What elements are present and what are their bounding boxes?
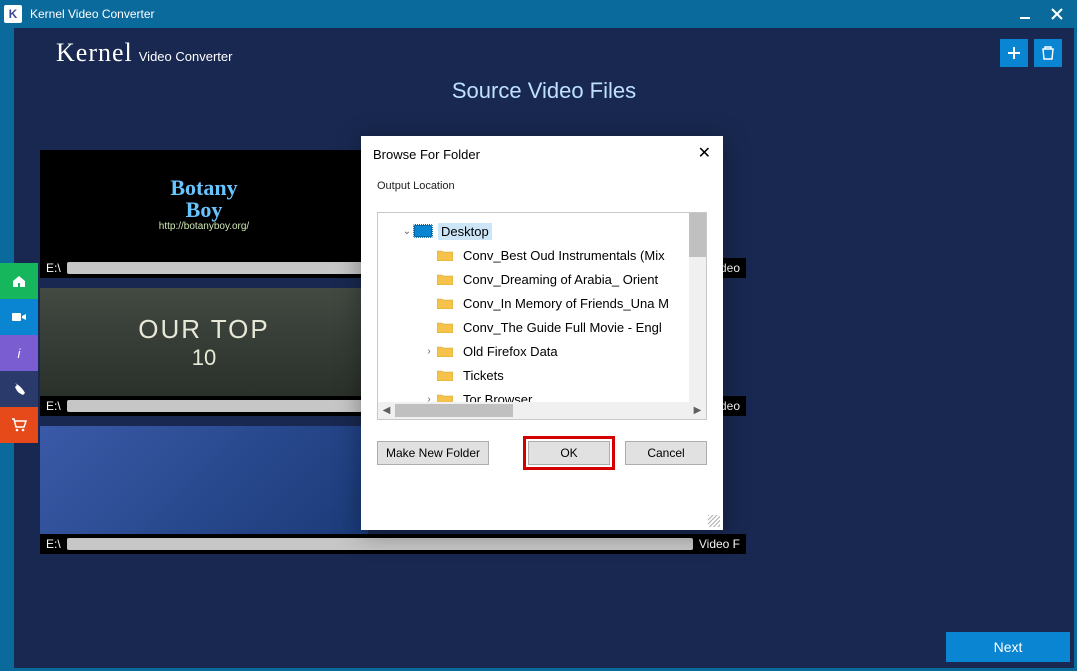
file-path-row: E:\ Video F bbox=[40, 534, 746, 554]
tree-item-label: Desktop bbox=[438, 223, 492, 240]
trash-icon bbox=[1040, 45, 1056, 61]
ok-button[interactable]: OK bbox=[528, 441, 610, 465]
minimize-icon bbox=[1019, 8, 1031, 20]
sidebar-video[interactable] bbox=[0, 299, 38, 335]
folder-icon bbox=[436, 296, 454, 310]
sidebar-cart[interactable] bbox=[0, 407, 38, 443]
resize-grip[interactable] bbox=[708, 515, 720, 527]
brand-sub: Video Converter bbox=[139, 49, 233, 64]
dialog-title: Browse For Folder bbox=[373, 147, 698, 162]
phone-icon bbox=[11, 381, 27, 397]
sidebar: i bbox=[0, 263, 38, 443]
info-icon: i bbox=[11, 345, 27, 361]
tree-item[interactable]: ⌄ Desktop bbox=[378, 219, 689, 243]
browse-folder-dialog: Browse For Folder ✕ Output Location ⌄ Des… bbox=[361, 136, 723, 530]
tree-item-label: Tor Browser bbox=[460, 391, 535, 403]
app-header: Kernel Video Converter bbox=[14, 28, 1074, 72]
chevron-down-icon[interactable]: ⌄ bbox=[400, 226, 414, 237]
tree-item-label: Conv_The Guide Full Movie - Engl bbox=[460, 319, 665, 336]
folder-icon bbox=[436, 248, 454, 262]
tree-item[interactable]: › Tor Browser bbox=[378, 387, 689, 402]
folder-icon bbox=[436, 272, 454, 286]
brand-main: Kernel bbox=[56, 38, 133, 68]
tree-item[interactable]: › Old Firefox Data bbox=[378, 339, 689, 363]
svg-text:i: i bbox=[18, 346, 22, 361]
drive-prefix: E:\ bbox=[46, 537, 61, 551]
video-icon bbox=[11, 309, 27, 325]
folder-icon bbox=[436, 320, 454, 334]
window-title: Kernel Video Converter bbox=[30, 7, 1009, 21]
tree-item-label: Conv_In Memory of Friends_Una M bbox=[460, 295, 672, 312]
tree-item[interactable]: Tickets bbox=[378, 363, 689, 387]
path-redacted bbox=[67, 538, 693, 550]
video-thumbnail: BotanyBoyhttp://botanyboy.org/ bbox=[40, 150, 368, 258]
tree-item-label: Conv_Best Oud Instrumentals (Mix bbox=[460, 247, 668, 264]
folder-icon bbox=[436, 344, 454, 358]
tree-item-label: Old Firefox Data bbox=[460, 343, 561, 360]
dialog-subtitle: Output Location bbox=[361, 170, 723, 204]
chevron-right-icon[interactable]: › bbox=[422, 346, 436, 357]
window-titlebar: K Kernel Video Converter bbox=[0, 0, 1077, 28]
video-thumbnail bbox=[40, 426, 368, 534]
minimize-button[interactable] bbox=[1009, 2, 1041, 26]
delete-button[interactable] bbox=[1034, 39, 1062, 67]
next-button[interactable]: Next bbox=[946, 632, 1070, 662]
drive-prefix: E:\ bbox=[46, 261, 61, 275]
add-button[interactable] bbox=[1000, 39, 1028, 67]
file-type-label: Video F bbox=[699, 537, 740, 551]
tree-item[interactable]: Conv_The Guide Full Movie - Engl bbox=[378, 315, 689, 339]
folder-icon bbox=[436, 392, 454, 402]
tree-scrollbar-horizontal[interactable]: ◀▶ bbox=[378, 402, 706, 419]
cart-icon bbox=[11, 417, 27, 433]
folder-tree[interactable]: ⌄ Desktop Conv_Best Oud Instrumentals (Mix… bbox=[377, 212, 707, 420]
plus-icon bbox=[1006, 45, 1022, 61]
folder-icon bbox=[436, 368, 454, 382]
ok-highlight: OK bbox=[523, 436, 615, 470]
chevron-right-icon[interactable]: › bbox=[422, 394, 436, 403]
app-icon: K bbox=[4, 5, 22, 23]
sidebar-info[interactable]: i bbox=[0, 335, 38, 371]
tree-item[interactable]: Conv_Dreaming of Arabia_ Orient bbox=[378, 267, 689, 291]
close-icon bbox=[1051, 8, 1063, 20]
cancel-button[interactable]: Cancel bbox=[625, 441, 707, 465]
section-title: Source Video Files bbox=[14, 78, 1074, 104]
desktop-icon bbox=[414, 225, 432, 237]
tree-scrollbar-vertical[interactable] bbox=[689, 213, 706, 402]
sidebar-phone[interactable] bbox=[0, 371, 38, 407]
close-button[interactable] bbox=[1041, 2, 1073, 26]
brand: Kernel Video Converter bbox=[56, 38, 232, 68]
tree-item-label: Tickets bbox=[460, 367, 507, 384]
dialog-close-button[interactable]: ✕ bbox=[698, 146, 711, 162]
sidebar-home[interactable] bbox=[0, 263, 38, 299]
tree-item-label: Conv_Dreaming of Arabia_ Orient bbox=[460, 271, 661, 288]
tree-item[interactable]: Conv_Best Oud Instrumentals (Mix bbox=[378, 243, 689, 267]
video-thumbnail: OUR TOP10 bbox=[40, 288, 368, 396]
make-new-folder-button[interactable]: Make New Folder bbox=[377, 441, 489, 465]
tree-item[interactable]: Conv_In Memory of Friends_Una M bbox=[378, 291, 689, 315]
home-icon bbox=[11, 273, 27, 289]
drive-prefix: E:\ bbox=[46, 399, 61, 413]
